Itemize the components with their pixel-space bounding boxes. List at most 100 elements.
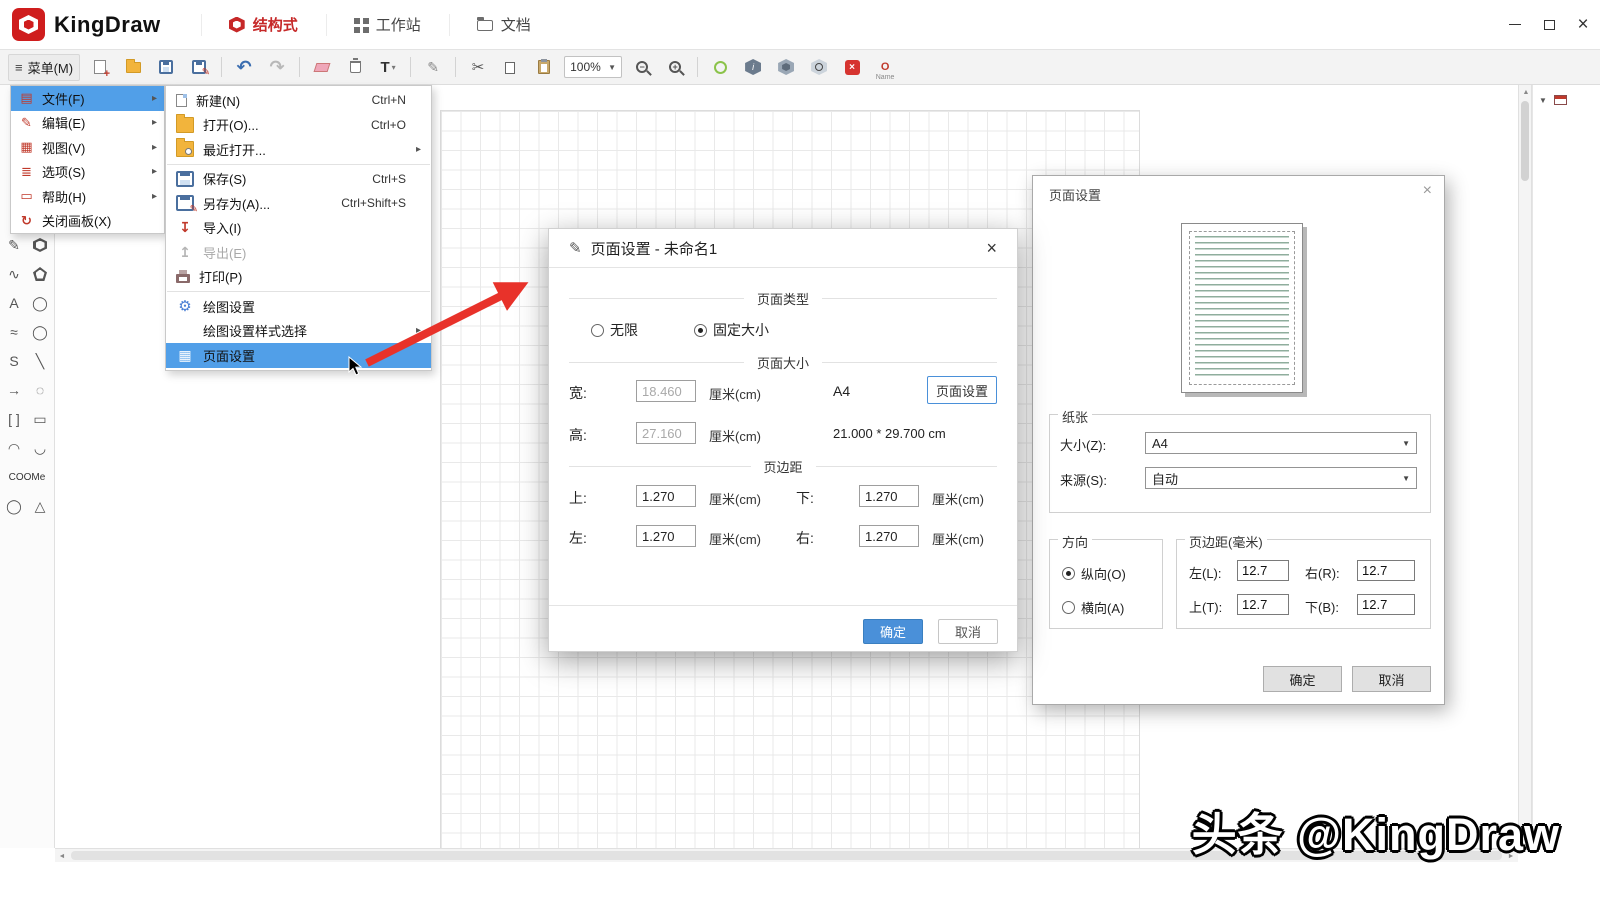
benzene-ring-tool[interactable]	[27, 235, 53, 255]
zoom-select[interactable]: 100%▼	[564, 56, 622, 78]
save-button[interactable]	[153, 54, 179, 80]
paper-source-select[interactable]: 自动 ▼	[1145, 467, 1417, 489]
dialog-close-icon[interactable]: ×	[1423, 182, 1432, 200]
portrait-radio[interactable]: 纵向(O)	[1062, 564, 1126, 583]
structure-search-button[interactable]	[806, 54, 832, 80]
element-item[interactable]	[1533, 192, 1600, 218]
cancel-button[interactable]: 取消	[1352, 666, 1431, 692]
element-item[interactable]	[1533, 166, 1600, 192]
landscape-radio[interactable]: 横向(A)	[1062, 598, 1124, 617]
margin-left-input[interactable]	[636, 525, 696, 547]
pencil-tool[interactable]: ✎	[1, 235, 27, 255]
submenu-item[interactable]: 页面设置 ▸	[166, 343, 431, 368]
paste-button[interactable]	[531, 54, 557, 80]
submenu-item[interactable]: 打印(P) ▸	[166, 265, 431, 290]
info-button[interactable]	[740, 54, 766, 80]
triangle-tool[interactable]: △	[27, 496, 53, 516]
undo-button[interactable]	[231, 54, 257, 80]
element-item[interactable]	[1533, 268, 1600, 294]
menu-item[interactable]: 选项(S) ▸	[11, 160, 164, 185]
element-item[interactable]	[1533, 345, 1600, 371]
ok-button[interactable]: 确定	[863, 619, 923, 644]
submenu-item[interactable]: 另存为(A)... Ctrl+Shift+S ▸	[166, 191, 431, 216]
cyclohexane-tool[interactable]: ◯	[27, 293, 53, 313]
element-item[interactable]	[1533, 115, 1600, 141]
dashed-ring-tool[interactable]: ◌	[27, 380, 53, 400]
submenu-item[interactable]: 导入(I) ▸	[166, 216, 431, 241]
submenu-item[interactable]: 新建(N) Ctrl+N ▸	[166, 88, 431, 113]
save-as-button[interactable]	[186, 54, 212, 80]
retro-button[interactable]	[839, 54, 865, 80]
arrow-tool[interactable]: →	[1, 380, 27, 400]
submenu-item[interactable]: 绘图设置 ▸	[166, 294, 431, 319]
scroll-left-icon[interactable]: ◄	[55, 849, 69, 863]
margin-right-input[interactable]	[859, 525, 919, 547]
text-tool-button[interactable]	[375, 54, 401, 80]
radio-unlimited[interactable]: 无限	[591, 320, 638, 340]
ok-button[interactable]: 确定	[1263, 666, 1342, 692]
element-item[interactable]	[1533, 141, 1600, 167]
chevron-down-icon[interactable]: ▼	[1539, 96, 1547, 105]
topbar-tab[interactable]: 文档	[449, 0, 559, 50]
name-to-structure-button[interactable]: Name	[872, 54, 898, 80]
cancel-button[interactable]: 取消	[938, 619, 998, 644]
bond-tool[interactable]: ╲	[27, 351, 53, 371]
maximize-button[interactable]	[1532, 8, 1566, 42]
text-tool[interactable]: A	[1, 293, 27, 313]
minimize-button[interactable]	[1498, 8, 1532, 42]
ellipse-tool[interactable]: ◯	[27, 322, 53, 342]
width-input[interactable]	[636, 380, 696, 402]
page-setup-button[interactable]: 页面设置	[927, 376, 997, 404]
menu-item[interactable]: 文件(F) ▸	[11, 86, 164, 111]
eraser-button[interactable]	[309, 54, 335, 80]
zoom-out-button[interactable]	[629, 54, 655, 80]
scroll-up-icon[interactable]: ▲	[1519, 85, 1533, 99]
margin-top-input[interactable]	[636, 485, 696, 507]
curve-tool[interactable]: S	[1, 351, 27, 371]
squiggle-bond-tool[interactable]: ≈	[1, 322, 27, 342]
zoom-in-button[interactable]	[662, 54, 688, 80]
rectangle-tool[interactable]: ▭	[27, 409, 53, 429]
margin-right-input[interactable]	[1357, 560, 1415, 581]
submenu-item[interactable]: 保存(S) Ctrl+S ▸	[166, 167, 431, 192]
bracket-tool[interactable]: [ ]	[1, 409, 27, 429]
redo-button[interactable]	[264, 54, 290, 80]
topbar-tab[interactable]: 工作站	[326, 0, 449, 50]
periodic-table-icon[interactable]	[1554, 95, 1567, 105]
cyclopentane-tool[interactable]	[27, 264, 53, 284]
radio-fixed-size[interactable]: 固定大小	[694, 320, 769, 340]
copy-button[interactable]	[498, 54, 524, 80]
fragment-tool[interactable]: COOMe	[1, 467, 53, 487]
margin-bottom-input[interactable]	[859, 485, 919, 507]
submenu-item[interactable]: 打开(O)... Ctrl+O ▸	[166, 113, 431, 138]
menu-item[interactable]: 关闭画板(X) ▸	[11, 209, 164, 234]
topbar-tab[interactable]: 结构式	[201, 0, 326, 50]
ring-tool-button[interactable]	[707, 54, 733, 80]
element-item[interactable]	[1533, 217, 1600, 243]
element-item[interactable]	[1533, 243, 1600, 269]
menu-item[interactable]: 视图(V) ▸	[11, 135, 164, 160]
menu-button[interactable]: ≡ 菜单(M)	[8, 54, 80, 81]
vertical-scrollbar-thumb[interactable]	[1521, 101, 1529, 181]
arc-down-tool[interactable]: ◡	[27, 438, 53, 458]
new-file-button[interactable]	[87, 54, 113, 80]
open-button[interactable]	[120, 54, 146, 80]
margin-bottom-input[interactable]	[1357, 594, 1415, 615]
submenu-item[interactable]: 绘图设置样式选择 ▸	[166, 319, 431, 344]
submenu-item[interactable]: 最近打开... ▸	[166, 137, 431, 162]
arc-up-tool[interactable]: ◠	[1, 438, 27, 458]
3d-view-button[interactable]	[773, 54, 799, 80]
paper-size-select[interactable]: A4 ▼	[1145, 432, 1417, 454]
close-button[interactable]: ×	[1566, 8, 1600, 42]
element-item[interactable]	[1533, 319, 1600, 345]
menu-item[interactable]: 帮助(H) ▸	[11, 184, 164, 209]
submenu-item[interactable]: 导出(E) ▸	[166, 240, 431, 265]
vertical-scrollbar[interactable]: ▲ ▼	[1518, 85, 1532, 848]
dialog-close-icon[interactable]: ×	[986, 239, 997, 257]
style-pen-button[interactable]	[420, 54, 446, 80]
element-item[interactable]	[1533, 294, 1600, 320]
atom-ring-tool[interactable]: ◯	[1, 496, 27, 516]
margin-top-input[interactable]	[1237, 594, 1289, 615]
margin-left-input[interactable]	[1237, 560, 1289, 581]
delete-button[interactable]	[342, 54, 368, 80]
